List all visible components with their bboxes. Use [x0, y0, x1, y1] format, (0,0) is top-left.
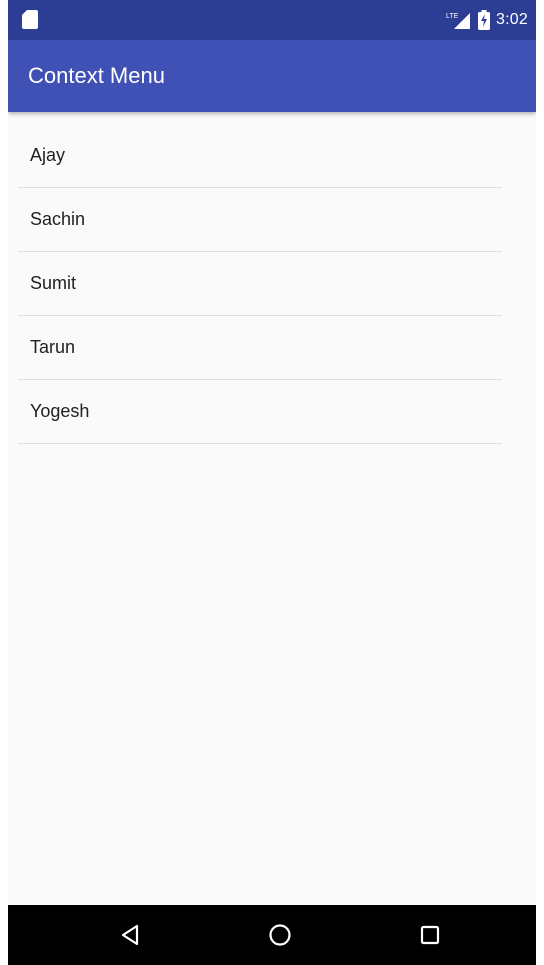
- names-list: Ajay Sachin Sumit Tarun Yogesh: [18, 124, 502, 444]
- recents-button[interactable]: [390, 905, 470, 965]
- list-item-label: Ajay: [30, 145, 66, 165]
- home-circle-icon: [269, 924, 291, 946]
- back-button[interactable]: [90, 905, 170, 965]
- network-type-label: LTE: [446, 13, 459, 20]
- list-item-label: Sumit: [30, 273, 77, 293]
- status-bar: LTE 3:02: [8, 0, 536, 40]
- navigation-bar: [8, 905, 536, 965]
- home-button[interactable]: [240, 905, 320, 965]
- list-item-label: Tarun: [30, 337, 76, 357]
- signal-icon: LTE: [446, 13, 471, 29]
- sd-card-icon: [22, 10, 38, 29]
- list-item[interactable]: Tarun: [18, 316, 502, 380]
- status-right-group: LTE 3:02: [446, 0, 528, 40]
- list-item-label: Sachin: [30, 209, 86, 229]
- screen: LTE 3:02 Context Menu Ajay Sachin Sumit …: [8, 0, 536, 965]
- back-triangle-icon: [121, 924, 139, 946]
- list-item[interactable]: Yogesh: [18, 380, 502, 444]
- list-item[interactable]: Ajay: [18, 124, 502, 188]
- recents-square-icon: [420, 925, 440, 945]
- app-title: Context Menu: [28, 63, 165, 88]
- list-item[interactable]: Sachin: [18, 188, 502, 252]
- list-item[interactable]: Sumit: [18, 252, 502, 316]
- battery-charging-icon: [478, 10, 491, 30]
- list-item-label: Yogesh: [30, 401, 90, 421]
- status-time: 3:02: [496, 11, 528, 28]
- app-bar: Context Menu: [8, 40, 536, 112]
